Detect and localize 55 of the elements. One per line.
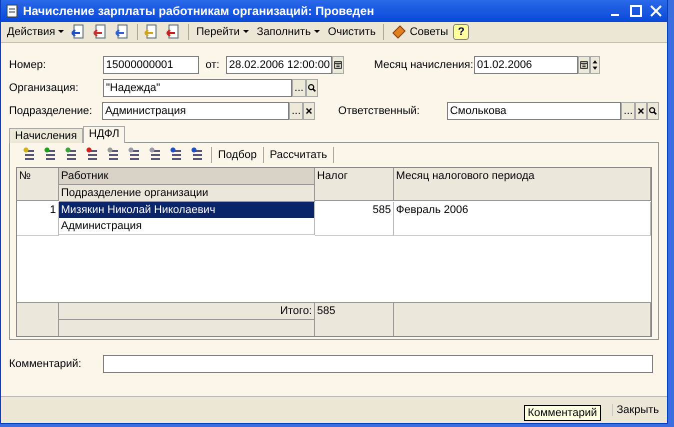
field-label: Месяц начисления:	[374, 58, 474, 70]
responsible-field[interactable]: Смолькова	[446, 102, 622, 120]
field-label: Номер:	[9, 58, 47, 70]
date-field[interactable]: 28.02.2006 12:00:00	[226, 56, 332, 74]
department-field[interactable]: Администрация	[102, 102, 290, 120]
caret-icon	[242, 30, 249, 34]
tooltip: Комментарий	[524, 405, 601, 421]
document-icon	[5, 4, 19, 18]
caret-icon	[314, 30, 320, 34]
column-header[interactable]: Подразделение организации	[59, 185, 315, 202]
toolbar-button[interactable]: Подбор	[215, 149, 260, 161]
search-icon[interactable]	[647, 102, 659, 120]
table-cell[interactable]: Мизякин Николай Николаевич	[59, 202, 315, 218]
total-label: Итого:	[59, 302, 315, 319]
column-header[interactable]: Работник	[59, 168, 315, 185]
organization-field[interactable]: "Надежда"	[103, 78, 292, 96]
field-label: Организация:	[9, 82, 80, 94]
search-icon[interactable]	[306, 78, 318, 96]
clear-icon[interactable]	[303, 102, 316, 120]
menu-button[interactable]: Действия	[4, 26, 68, 38]
clear-button[interactable]: Очистить	[324, 26, 379, 38]
table-cell: 585	[315, 202, 394, 236]
comment-field[interactable]	[103, 354, 653, 372]
table-cell: Февраль 2006	[394, 202, 651, 236]
footer-cell	[17, 302, 59, 336]
field-label: Ответственный:	[338, 104, 421, 116]
table-cell: Администрация	[59, 218, 315, 235]
field-label: Подразделение:	[9, 104, 94, 116]
column-header[interactable]: Месяц налогового периода	[394, 168, 651, 201]
field-label: Комментарий:	[9, 358, 82, 370]
select-button[interactable]: ...	[621, 102, 636, 120]
close-button[interactable]: Закрыть	[612, 404, 663, 416]
select-button[interactable]: ...	[289, 102, 304, 120]
tab[interactable]: Начисления	[9, 128, 83, 143]
spinner-icon[interactable]	[590, 56, 600, 74]
month-field[interactable]: 01.02.2006	[474, 56, 578, 74]
select-button[interactable]: ...	[292, 78, 306, 96]
column-header[interactable]: №	[17, 168, 59, 201]
clear-icon[interactable]	[635, 102, 648, 120]
field-label: от:	[204, 58, 220, 70]
column-header[interactable]: Налог	[315, 168, 394, 201]
number-field[interactable]: 15000000001	[103, 56, 199, 74]
tips-button[interactable]: Советы	[388, 24, 452, 40]
toolbar-button[interactable]: Рассчитать	[266, 149, 330, 161]
calendar-icon[interactable]	[332, 56, 344, 74]
menu-button[interactable]: Заполнить	[254, 26, 323, 38]
help-button[interactable]: ?	[453, 24, 470, 40]
caret-icon	[58, 30, 64, 34]
tab[interactable]: НДФЛ	[82, 126, 126, 143]
calendar-icon[interactable]	[578, 56, 590, 74]
close-icon[interactable]	[649, 4, 663, 18]
maximize-icon[interactable]	[629, 4, 643, 18]
window-title: Начисление зарплаты работникам организаций: Проведен	[23, 4, 376, 18]
menu-button[interactable]: Перейти	[193, 26, 252, 38]
total-value: 585	[315, 302, 394, 336]
